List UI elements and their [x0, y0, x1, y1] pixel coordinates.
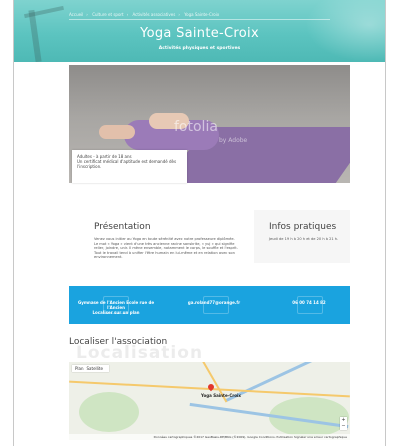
map-tab-satellite[interactable]: Satellite — [87, 366, 103, 371]
map-zoom-control: + − — [340, 417, 347, 430]
map-type-control: Plan Satellite — [72, 365, 109, 372]
hand-image — [99, 125, 135, 139]
phone-icon — [297, 296, 323, 314]
contact-address: Gymnase de l'Ancien Ecole rue de l'Ancie… — [77, 300, 155, 315]
practical-info-text: Jeudi de 19 h à 20 h et de 20 h à 21 h. — [269, 237, 339, 241]
zoom-out-button[interactable]: − — [340, 423, 347, 429]
locate-on-map-link[interactable]: Localiser sur un plan — [77, 310, 155, 315]
audience-infobox: Adultes - à partir de 18 ans Un certific… — [72, 150, 187, 183]
envelope-icon — [203, 296, 229, 314]
practical-info-heading: Infos pratiques — [269, 222, 337, 232]
contact-phone-link[interactable]: 06 00 74 14 82 — [274, 300, 344, 305]
breadcrumb-separator: › — [126, 12, 129, 17]
localisation-heading: Localiser l'association — [69, 337, 168, 347]
breadcrumb-link-associations[interactable]: Activités associatives — [133, 12, 176, 17]
breadcrumb-current: Yoga Sainte-Croix — [184, 12, 220, 17]
contact-email-link[interactable]: ga.roland77@orange.fr — [179, 300, 249, 305]
map-river — [224, 362, 344, 403]
presentation-text: Venez vous initier au Yoga en toute séré… — [94, 237, 238, 260]
map-tab-plan[interactable]: Plan — [75, 366, 84, 371]
hero-banner: Accueil › Culture et sport › Activités ass… — [14, 0, 385, 62]
address-text: Gymnase de l'Ancien Ecole rue de l'Ancie… — [77, 300, 155, 310]
breadcrumb-link-culture[interactable]: Culture et sport — [92, 12, 123, 17]
map-embed[interactable]: Plan Satellite Yoga Sainte-Croix + − Donn… — [69, 362, 350, 440]
breadcrumb: Accueil › Culture et sport › Activités ass… — [69, 12, 222, 17]
contact-band: Gymnase de l'Ancien Ecole rue de l'Ancie… — [69, 286, 350, 324]
breadcrumb-separator: › — [178, 12, 180, 17]
photo-watermark-sub: by Adobe — [219, 137, 248, 144]
hero-divider — [69, 19, 330, 20]
page-frame: Accueil › Culture et sport › Activités ass… — [13, 0, 386, 446]
breadcrumb-separator: › — [86, 12, 88, 17]
page-subtitle: Activités physiques et sportives — [158, 46, 241, 51]
photo-watermark: fotolia — [174, 119, 218, 135]
map-park-area — [79, 392, 139, 432]
page-title: Yoga Sainte-Croix — [140, 26, 259, 41]
certificate-note: Un certificat médical d'aptitude est dem… — [77, 159, 177, 169]
presentation-heading: Présentation — [94, 222, 151, 232]
breadcrumb-link-accueil[interactable]: Accueil — [69, 12, 83, 17]
map-attribution: Données cartographiques ©2017 GeoBasis-D… — [69, 434, 350, 440]
map-place-label: Yoga Sainte-Croix — [201, 393, 241, 398]
street-lamp-arm-decoration — [24, 5, 64, 19]
